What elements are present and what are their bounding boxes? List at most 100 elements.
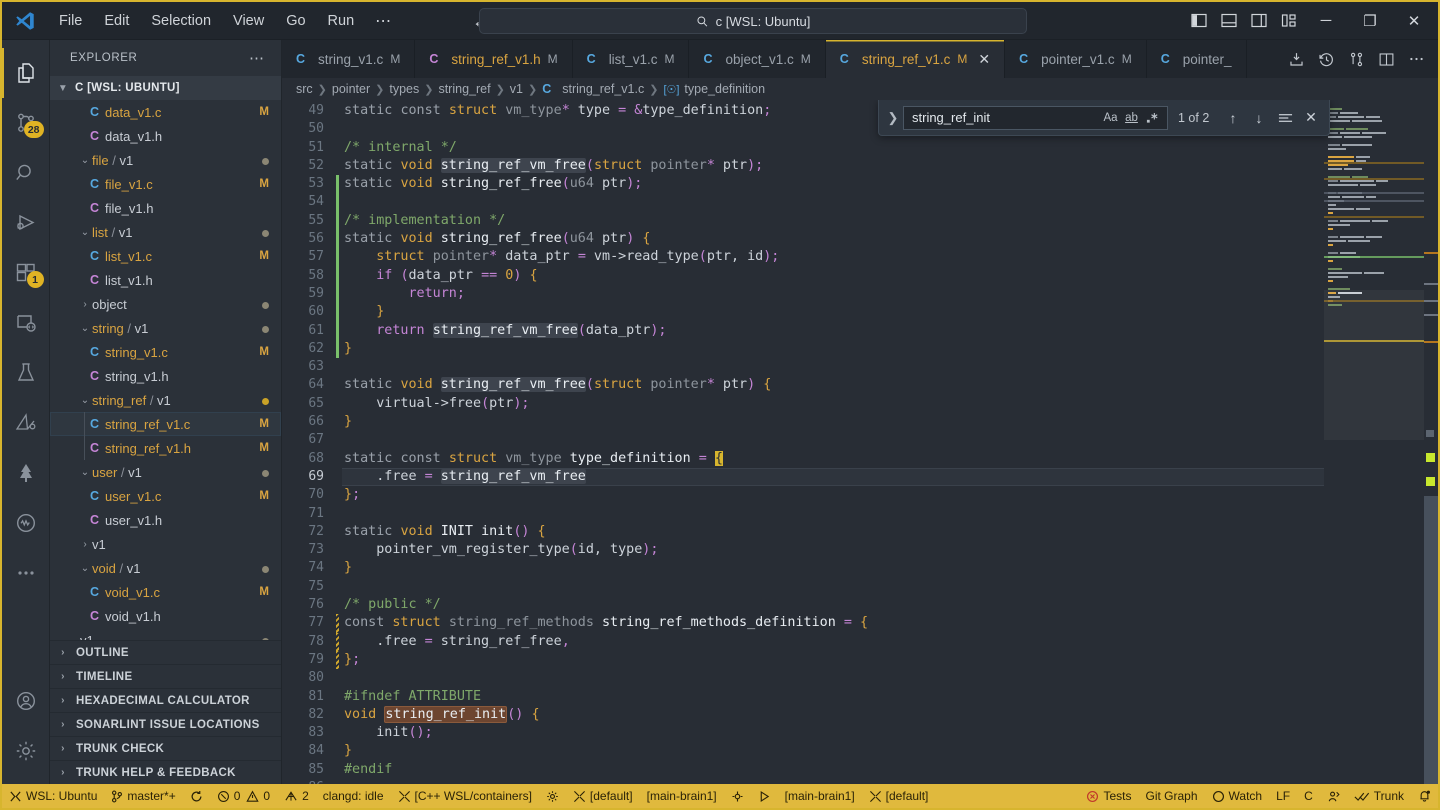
status-problems-warnings[interactable]: 0 — [243, 784, 277, 808]
tree-folder-row[interactable]: › v1 — [50, 532, 281, 556]
code-line[interactable]: struct pointer* data_ptr = vm->read_type… — [342, 248, 1438, 266]
more-actions-icon[interactable] — [1402, 44, 1430, 74]
tree-file-row[interactable]: Cdata_v1.h — [50, 124, 281, 148]
editor-tab-string-ref-v1-c[interactable]: Cstring_ref_v1.c M ✕ — [825, 40, 1006, 78]
line-number[interactable]: 54 — [282, 193, 334, 211]
editor-vertical-scrollbar[interactable] — [1424, 100, 1438, 784]
line-number[interactable]: 69 — [282, 468, 334, 486]
breadcrumb-item-types[interactable]: types — [389, 82, 419, 96]
find-widget[interactable]: ❯ string_ref_init Aa ab 1 of 2 ↑ ↓ ✕ — [878, 100, 1330, 136]
sidebar-section-trunk-check[interactable]: › TRUNK CHECK — [50, 736, 281, 760]
activitybar-item-remote-explorer[interactable] — [2, 298, 50, 348]
editor-tab-string-ref-v1-h[interactable]: Cstring_ref_v1.h M — [415, 40, 573, 78]
status-cmake-build-button[interactable] — [724, 784, 751, 808]
line-number[interactable]: 78 — [282, 633, 334, 651]
split-editor-icon[interactable] — [1372, 44, 1400, 74]
chevron-down-icon[interactable]: ⌄ — [78, 563, 92, 574]
line-number[interactable]: 72 — [282, 523, 334, 541]
activitybar-item-accounts[interactable] — [2, 676, 50, 726]
tree-folder-row[interactable]: ⌄ list / v1 — [50, 220, 281, 244]
find-previous-arrow-up-icon[interactable]: ↑ — [1221, 106, 1245, 130]
status-sync-indicator[interactable] — [183, 784, 210, 808]
status-language-mode[interactable]: C — [1297, 784, 1320, 808]
find-close-icon[interactable]: ✕ — [1299, 106, 1323, 130]
code-line[interactable]: return; — [342, 285, 1438, 303]
code-line[interactable]: /* implementation */ — [342, 212, 1438, 230]
tab-close-icon[interactable]: ✕ — [978, 51, 990, 68]
code-line[interactable] — [342, 505, 1438, 523]
code-line[interactable]: void string_ref_init() { — [342, 705, 1438, 724]
tree-file-row[interactable]: Clist_v1.h — [50, 268, 281, 292]
code-line[interactable]: /* internal */ — [342, 139, 1438, 157]
status-problems-errors[interactable]: 0 — [210, 784, 244, 808]
editor-tab-object-v1-c[interactable]: Cobject_v1.c M — [689, 40, 826, 78]
line-number[interactable]: 86 — [282, 779, 334, 784]
status-git-graph[interactable]: Git Graph — [1138, 784, 1204, 808]
menu-run[interactable]: Run — [317, 9, 366, 33]
line-number[interactable]: 80 — [282, 669, 334, 687]
close-button[interactable]: ✕ — [1392, 3, 1436, 39]
minimap[interactable] — [1324, 100, 1424, 784]
line-number[interactable]: 57 — [282, 248, 334, 266]
toggle-panel-button[interactable] — [1214, 6, 1244, 36]
line-number[interactable]: 79 — [282, 651, 334, 669]
tree-folder-row[interactable]: ⌄ void / v1 — [50, 556, 281, 580]
tree-folder-row[interactable]: › object — [50, 292, 281, 316]
line-number[interactable]: 60 — [282, 303, 334, 321]
activitybar-item-wave[interactable] — [2, 498, 50, 548]
line-number[interactable]: 63 — [282, 358, 334, 376]
line-number[interactable]: 56 — [282, 230, 334, 248]
status-trunk-indicator[interactable]: Trunk — [1347, 784, 1411, 808]
ellipsis-icon[interactable]: ⋯ — [249, 49, 273, 67]
line-number[interactable]: 50 — [282, 120, 334, 138]
match-case-icon[interactable]: Aa — [1100, 108, 1121, 128]
status-watch-indicator[interactable]: Watch — [1205, 784, 1270, 808]
line-number[interactable]: 66 — [282, 413, 334, 431]
activitybar-item-sonarlint[interactable] — [2, 398, 50, 448]
status-cmake-build-target[interactable]: [main-brain1] — [640, 784, 724, 808]
code-line[interactable] — [342, 578, 1438, 596]
code-line[interactable]: } — [342, 413, 1438, 431]
menu-selection[interactable]: Selection — [140, 9, 222, 33]
code-line[interactable]: }; — [342, 651, 1438, 669]
code-line[interactable]: }; — [342, 486, 1438, 504]
breadcrumb-item-src[interactable]: src — [296, 82, 313, 96]
code-line[interactable]: const struct string_ref_methods string_r… — [342, 614, 1438, 632]
line-number[interactable]: 67 — [282, 431, 334, 449]
toggle-secondary-sidebar-button[interactable] — [1244, 6, 1274, 36]
find-next-arrow-down-icon[interactable]: ↓ — [1247, 106, 1271, 130]
sidebar-section-timeline[interactable]: › TIMELINE — [50, 664, 281, 688]
tree-folder-row[interactable]: ⌄ string_ref / v1 — [50, 388, 281, 412]
chevron-right-icon[interactable]: › — [78, 299, 92, 310]
tree-file-row[interactable]: Cdata_v1.c M — [50, 100, 281, 124]
status-cmake-launch-target[interactable]: [main-brain1] — [778, 784, 862, 808]
line-number[interactable]: 73 — [282, 541, 334, 559]
tree-file-row[interactable]: Cuser_v1.c M — [50, 484, 281, 508]
tree-folder-row[interactable]: ⌄ file / v1 — [50, 148, 281, 172]
status-cmake-kit[interactable]: [C++ WSL/containers] — [391, 784, 539, 808]
activitybar-item-testing[interactable] — [2, 348, 50, 398]
code-line[interactable]: static void string_ref_vm_free(struct po… — [342, 376, 1438, 394]
tree-folder-row[interactable]: ⌄ v1 — [50, 628, 281, 640]
code-line[interactable]: .free = string_ref_vm_free — [342, 467, 1438, 487]
line-number[interactable]: 77 — [282, 614, 334, 632]
line-number[interactable]: 59 — [282, 285, 334, 303]
code-line[interactable] — [342, 431, 1438, 449]
code-line[interactable]: static const struct vm_type type_definit… — [342, 450, 1438, 468]
line-number[interactable]: 76 — [282, 596, 334, 614]
customize-layout-button[interactable] — [1274, 6, 1304, 36]
menu-view[interactable]: View — [222, 9, 275, 33]
line-number[interactable]: 52 — [282, 157, 334, 175]
line-number[interactable]: 85 — [282, 761, 334, 779]
code-line[interactable]: if (data_ptr == 0) { — [342, 267, 1438, 285]
breadcrumb-item-v1[interactable]: v1 — [510, 82, 523, 96]
toggle-primary-sidebar-button[interactable] — [1184, 6, 1214, 36]
chevron-right-icon[interactable]: › — [78, 539, 92, 550]
line-number[interactable]: 62 — [282, 340, 334, 358]
code-line[interactable]: } — [342, 340, 1438, 358]
line-number[interactable]: 49 — [282, 102, 334, 120]
activitybar-item-search[interactable] — [2, 148, 50, 198]
activitybar-item-trunk[interactable] — [2, 448, 50, 498]
editor-tab-pointer-v1-c[interactable]: Cpointer_v1.c M — [1005, 40, 1147, 78]
sidebar-section-hexadecimal-calculator[interactable]: › HEXADECIMAL CALCULATOR — [50, 688, 281, 712]
